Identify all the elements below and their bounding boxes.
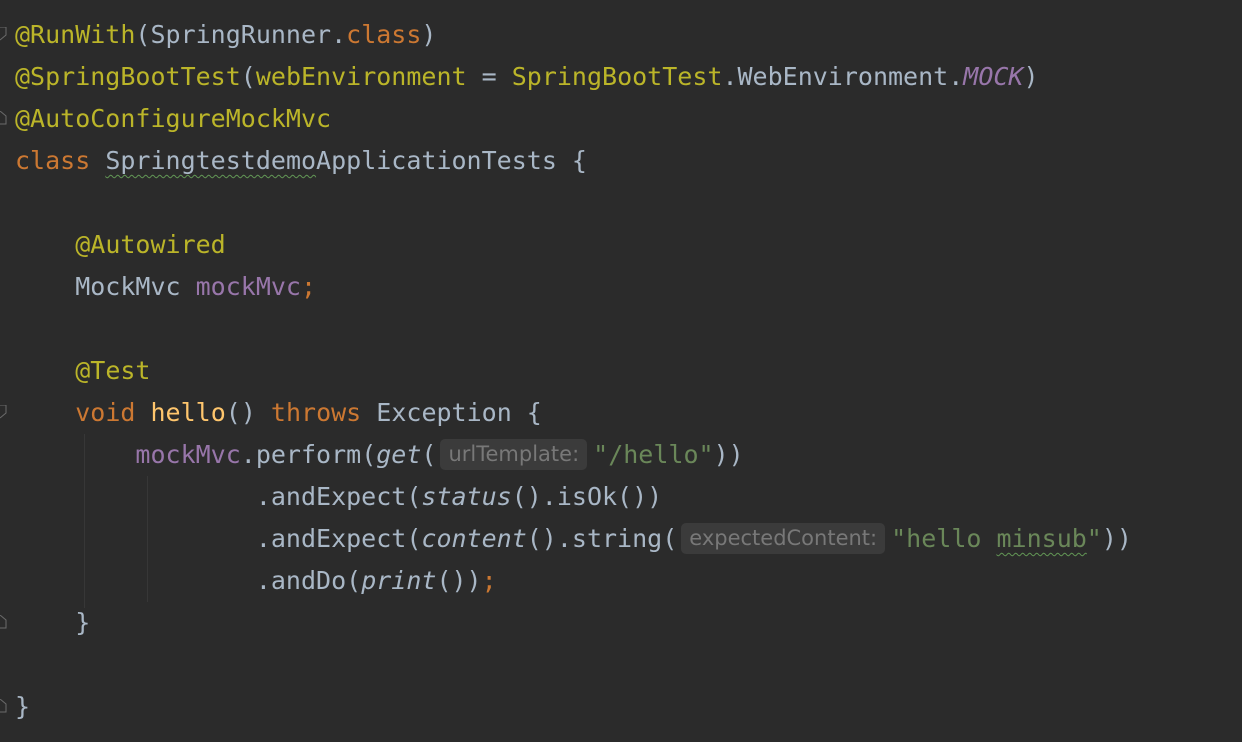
fold-marker-icon[interactable] bbox=[0, 111, 8, 125]
code-token: @SpringBootTest bbox=[15, 62, 241, 91]
code-line[interactable]: void hello() throws Exception { bbox=[15, 392, 1132, 434]
code-line[interactable]: MockMvc mockMvc; bbox=[15, 266, 1132, 308]
code-token: )) bbox=[713, 440, 744, 469]
code-token: void bbox=[75, 398, 136, 427]
code-token: @RunWith bbox=[15, 20, 136, 49]
code-token: throws bbox=[270, 398, 362, 427]
code-token: ; bbox=[481, 566, 497, 595]
code-token: status bbox=[421, 482, 512, 511]
code-token: get bbox=[376, 440, 422, 469]
code-token: mockMvc bbox=[135, 440, 241, 469]
code-token: ( bbox=[421, 440, 437, 469]
code-line[interactable]: .andDo(print()); bbox=[15, 560, 1132, 602]
code-token: () bbox=[225, 398, 271, 427]
code-line[interactable]: class SpringtestdemoApplicationTests { bbox=[15, 140, 1132, 182]
code-token: MOCK bbox=[963, 62, 1024, 91]
code-token: ()) bbox=[436, 566, 482, 595]
code-token: ().isOk()) bbox=[511, 482, 663, 511]
code-token: )) bbox=[1101, 524, 1132, 553]
code-line[interactable]: @Autowired bbox=[15, 224, 1132, 266]
code-line[interactable]: @SpringBootTest(webEnvironment = SpringB… bbox=[15, 56, 1132, 98]
code-line[interactable]: } bbox=[15, 602, 1132, 644]
code-token: .perform( bbox=[240, 440, 377, 469]
code-token: class bbox=[15, 146, 91, 175]
parameter-hint: expectedContent: bbox=[681, 523, 886, 554]
code-token: SpringBootTest bbox=[511, 62, 723, 91]
code-line[interactable] bbox=[15, 308, 1132, 350]
code-token: ) bbox=[421, 20, 437, 49]
fold-marker-icon[interactable] bbox=[0, 615, 8, 629]
code-line[interactable] bbox=[15, 182, 1132, 224]
code-token: ApplicationTests { bbox=[316, 146, 587, 175]
code-token: } bbox=[15, 692, 31, 721]
parameter-hint: urlTemplate: bbox=[440, 439, 588, 470]
code-line[interactable]: } bbox=[15, 686, 1132, 728]
code-token: .WebEnvironment. bbox=[722, 62, 964, 91]
code-token: minsub bbox=[996, 524, 1087, 553]
code-token: Springtestdemo bbox=[105, 146, 317, 175]
code-token: ; bbox=[300, 272, 317, 301]
code-line[interactable]: @AutoConfigureMockMvc bbox=[15, 98, 1132, 140]
code-token: .andExpect( bbox=[15, 524, 422, 553]
code-token: print bbox=[361, 566, 437, 595]
code-token: ( bbox=[240, 62, 256, 91]
code-token: mockMvc bbox=[195, 272, 301, 301]
code-token: ) bbox=[1023, 62, 1039, 91]
code-token: content bbox=[421, 524, 527, 553]
code-line[interactable]: .andExpect(content().string(expectedCont… bbox=[15, 518, 1132, 560]
code-area[interactable]: @RunWith(SpringRunner.class) @SpringBootT… bbox=[15, 14, 1132, 728]
code-token: ().string( bbox=[526, 524, 678, 553]
code-token: .andDo( bbox=[15, 566, 362, 595]
code-token: " bbox=[1086, 524, 1102, 553]
code-line[interactable]: @Test bbox=[15, 350, 1132, 392]
code-token: Exception { bbox=[361, 398, 542, 427]
code-token: "hello bbox=[891, 524, 997, 553]
fold-marker-icon[interactable] bbox=[0, 405, 8, 419]
code-token: class bbox=[346, 20, 422, 49]
code-token: @Autowired bbox=[75, 230, 226, 259]
code-token: = bbox=[466, 62, 512, 91]
code-line[interactable]: @RunWith(SpringRunner.class) bbox=[15, 14, 1132, 56]
code-token: @Test bbox=[75, 356, 151, 385]
code-token: MockMvc bbox=[15, 272, 196, 301]
code-line[interactable] bbox=[15, 644, 1132, 686]
code-token: @AutoConfigureMockMvc bbox=[15, 104, 332, 133]
code-token: "/hello" bbox=[593, 440, 714, 469]
code-token: } bbox=[15, 608, 91, 637]
code-token: webEnvironment bbox=[255, 62, 467, 91]
fold-marker-icon[interactable] bbox=[0, 27, 8, 41]
code-token: hello bbox=[150, 398, 226, 427]
code-line[interactable]: .andExpect(status().isOk()) bbox=[15, 476, 1132, 518]
code-token: .andExpect( bbox=[15, 482, 422, 511]
code-editor[interactable]: @RunWith(SpringRunner.class) @SpringBootT… bbox=[0, 0, 1242, 742]
code-token: (SpringRunner. bbox=[135, 20, 347, 49]
fold-marker-icon[interactable] bbox=[0, 699, 8, 713]
code-line[interactable]: mockMvc.perform(get(urlTemplate: "/hello"… bbox=[15, 434, 1132, 476]
